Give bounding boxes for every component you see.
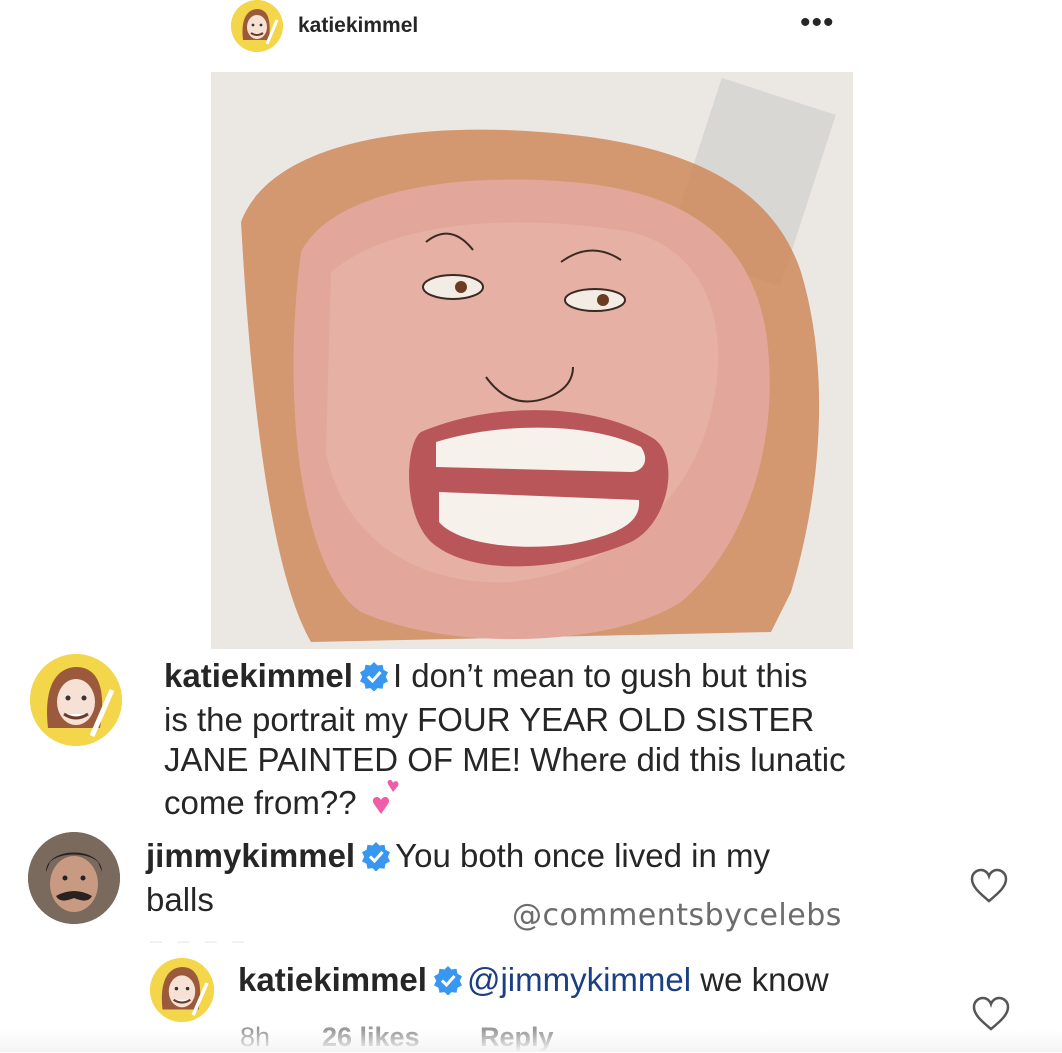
post-image[interactable] — [211, 72, 853, 649]
reply-text: we know — [700, 961, 829, 998]
katie-avatar-icon — [30, 654, 122, 746]
verified-badge-icon — [359, 660, 389, 700]
comment-text-line: I don’t mean to gush but this — [392, 657, 808, 694]
more-options-icon[interactable]: ••• — [800, 6, 835, 40]
comment-text-line: You both once lived in my — [395, 837, 770, 874]
watermark: @commentsbycelebs — [512, 898, 842, 933]
comment-text-line: is the portrait my FOUR YEAR OLD SISTER — [164, 701, 815, 738]
header-username[interactable]: katiekimmel — [298, 14, 418, 38]
katie-avatar-icon — [231, 0, 283, 52]
comment-text-line: JANE PAINTED OF ME! Where did this lunat… — [164, 741, 846, 778]
comment-avatar[interactable] — [28, 832, 120, 924]
header-avatar[interactable] — [231, 0, 283, 52]
reply-avatar[interactable] — [150, 958, 214, 1022]
katie-avatar-icon — [150, 958, 214, 1022]
comment-username[interactable]: katiekimmel — [164, 657, 353, 694]
comment-body: katiekimmel I don’t mean to gush but this… — [164, 656, 924, 829]
reply-mention-link[interactable]: @jimmykimmel — [467, 961, 691, 998]
bottom-fade — [0, 1030, 1062, 1052]
verified-badge-icon — [433, 964, 463, 1004]
watercolor-portrait-image — [211, 72, 853, 649]
like-heart-icon[interactable] — [970, 868, 1008, 909]
comment-avatar[interactable] — [30, 654, 122, 746]
comment-username[interactable]: jimmykimmel — [146, 837, 355, 874]
verified-badge-icon — [361, 840, 391, 880]
comment-text-line: come from?? — [164, 784, 357, 821]
reply-body: katiekimmel @jimmykimmel we know — [238, 960, 958, 1004]
view-replies-divider[interactable]: — — — — — [150, 934, 450, 948]
reply-username[interactable]: katiekimmel — [238, 961, 427, 998]
jimmy-avatar-icon — [28, 832, 120, 924]
two-hearts-emoji-icon — [366, 780, 406, 829]
